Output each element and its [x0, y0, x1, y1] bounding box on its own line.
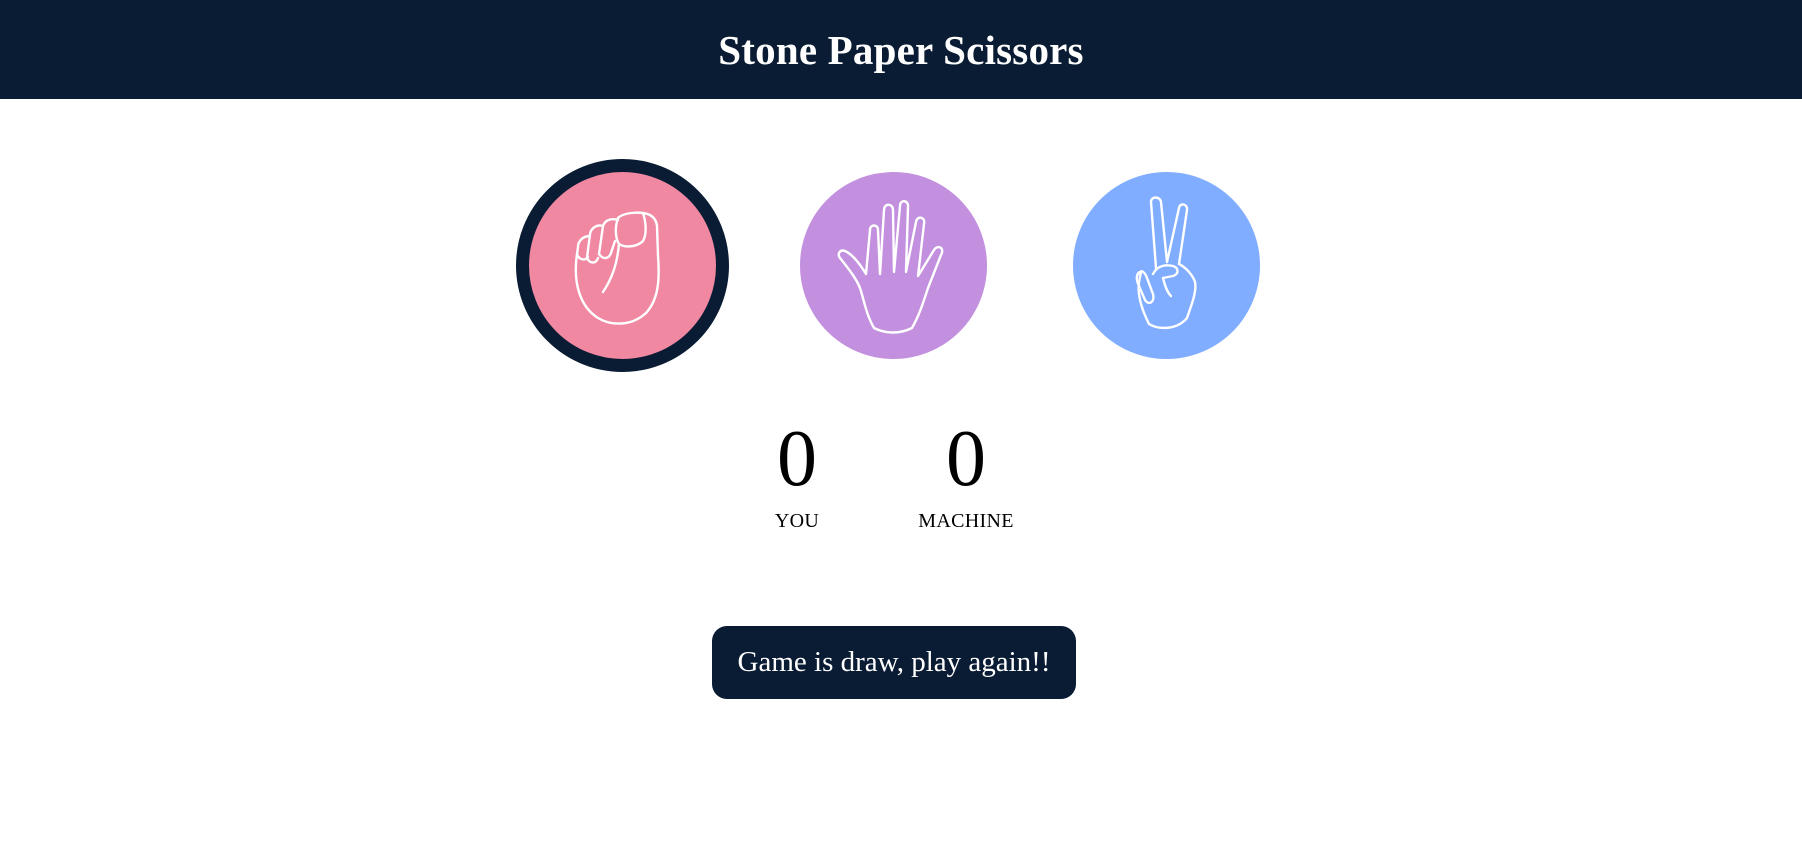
stone-choice-button[interactable] [516, 159, 729, 372]
page-title: Stone Paper Scissors [718, 26, 1084, 73]
fist-icon [574, 210, 660, 325]
paper-choice-button[interactable] [800, 172, 987, 359]
scissors-choice-button[interactable] [1073, 172, 1260, 359]
peace-sign-icon [1135, 195, 1197, 329]
user-score-label: YOU [774, 510, 820, 532]
machine-score-label: MACHINE [918, 510, 1014, 532]
machine-score-value: 0 [946, 415, 986, 503]
user-score-value: 0 [777, 415, 817, 503]
app-header: Stone Paper Scissors [0, 0, 1802, 99]
user-score: 0 YOU [717, 419, 877, 533]
result-message: Game is draw, play again!! [712, 626, 1076, 699]
machine-score: 0 MACHINE [886, 419, 1046, 533]
open-hand-icon [837, 199, 943, 334]
